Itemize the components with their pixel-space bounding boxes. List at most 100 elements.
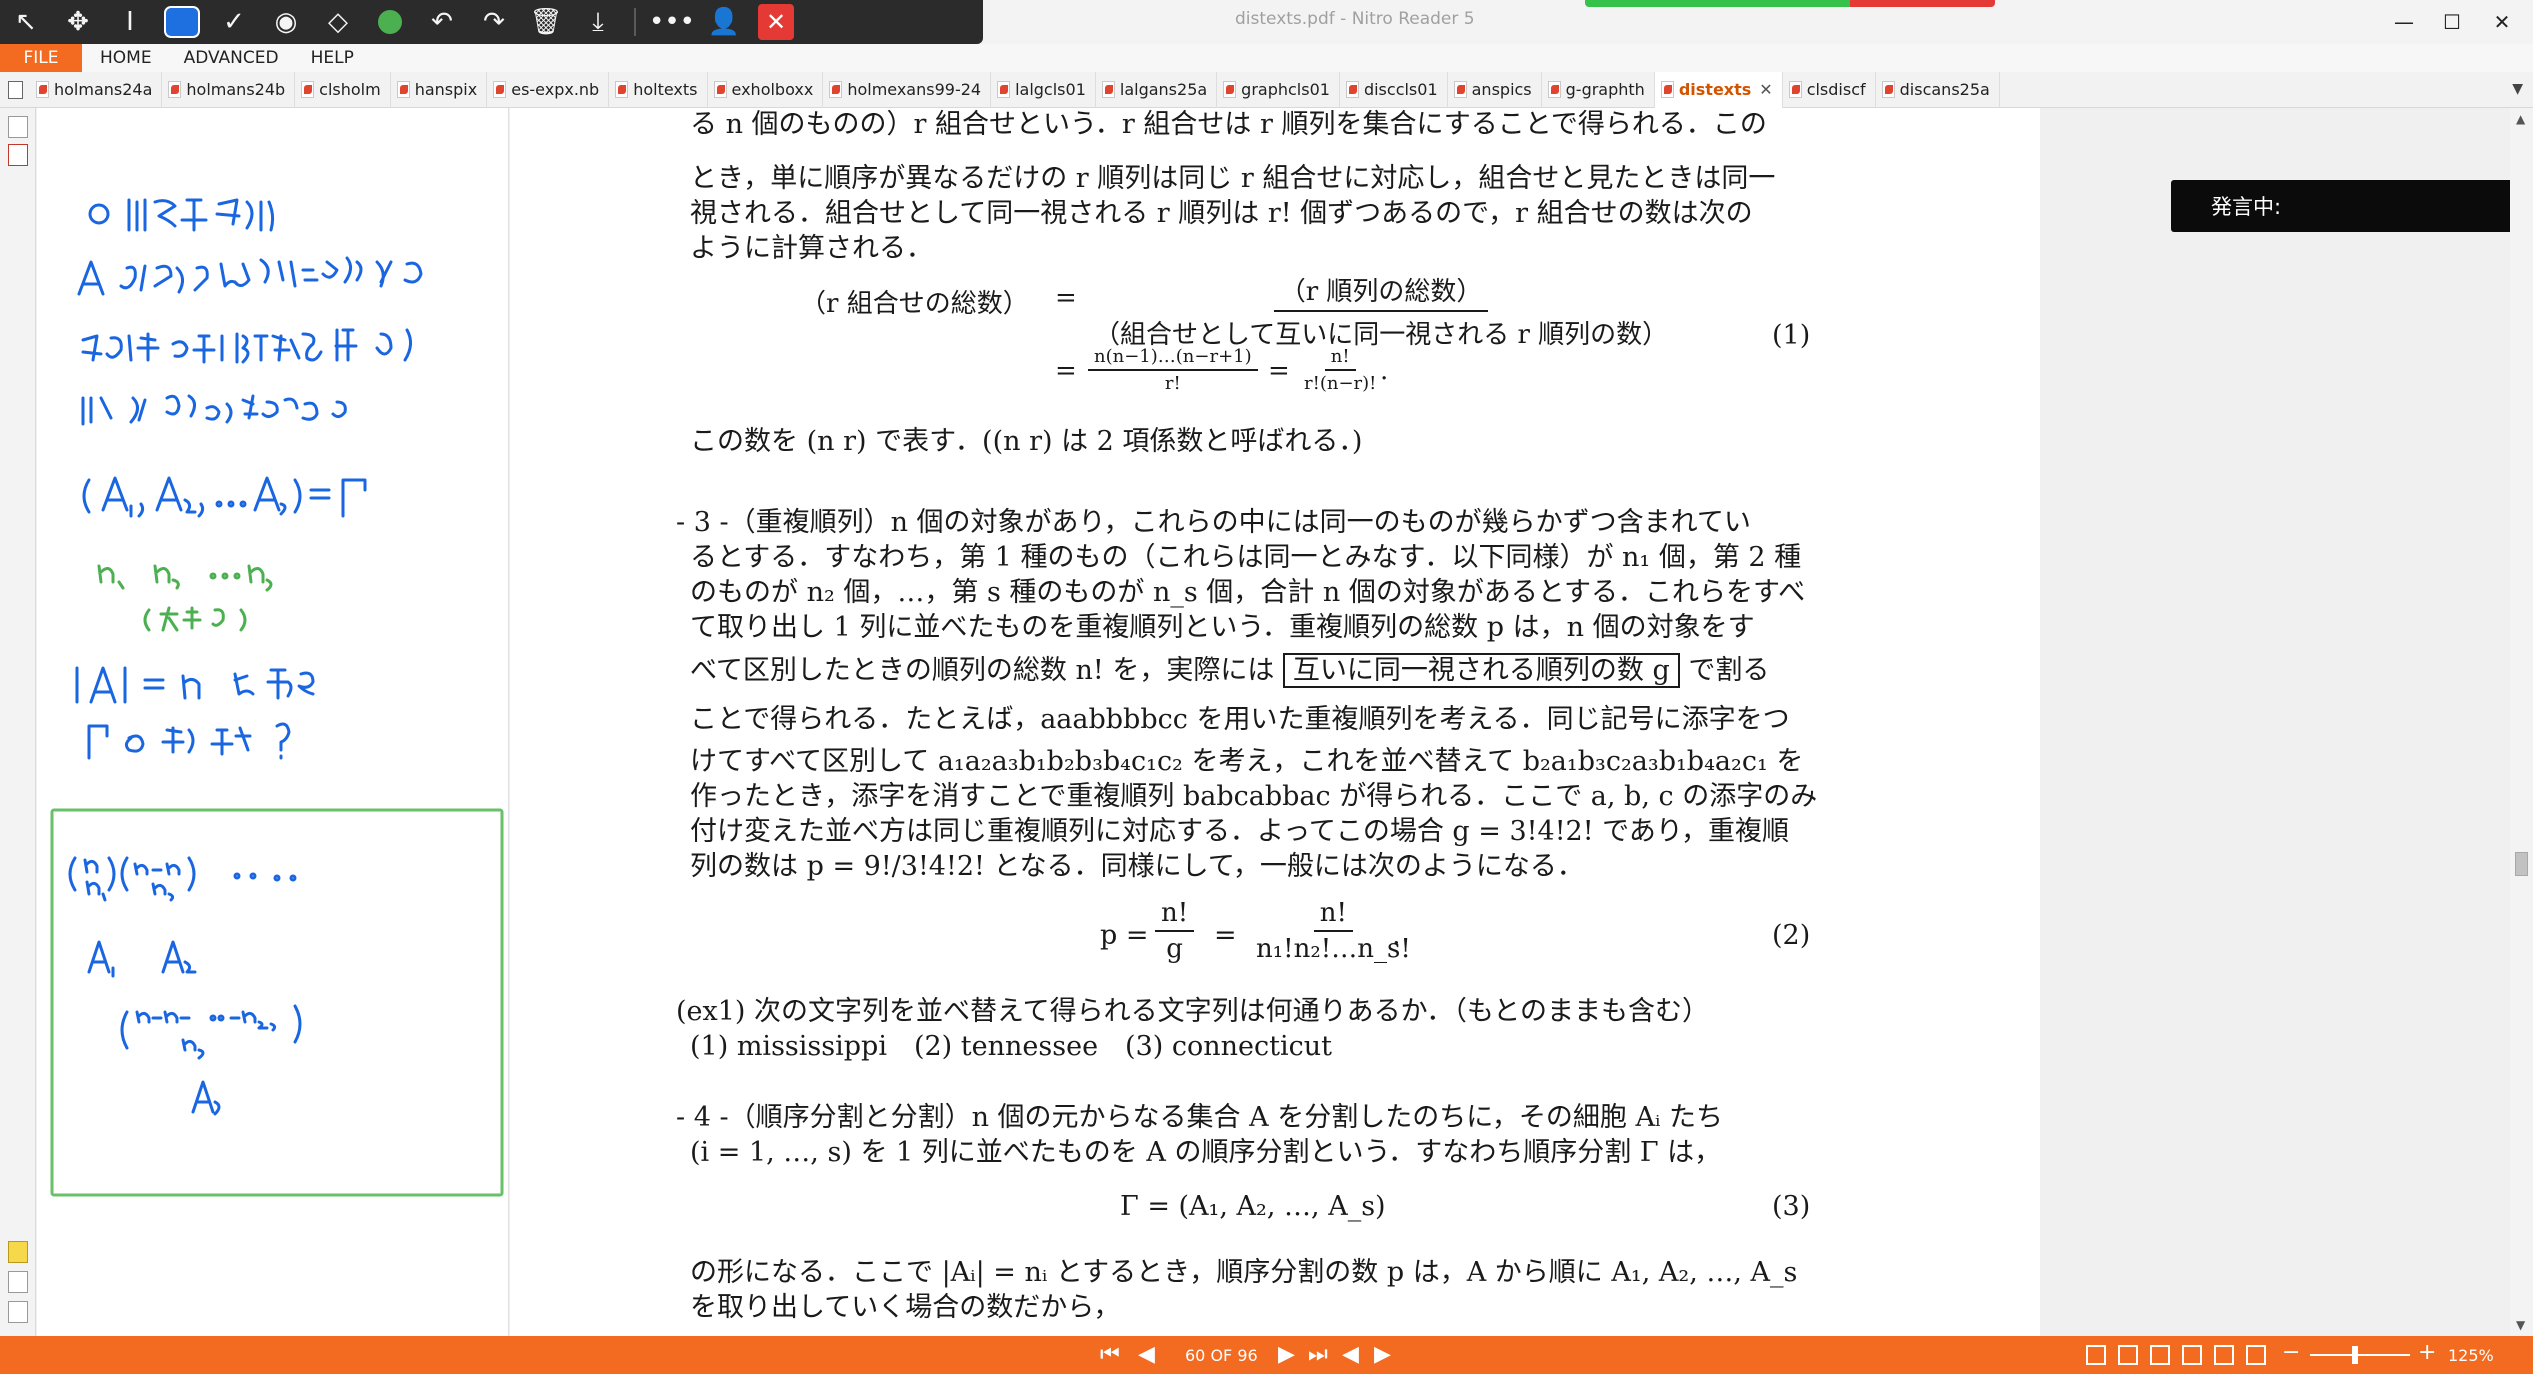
tab-hanspix[interactable]: hanspix [391,71,488,108]
zoom-slider-track[interactable] [2310,1354,2410,1356]
menu-file[interactable]: FILE [0,44,82,72]
equation-number-2: (2) [1772,920,1811,951]
last-page-icon[interactable]: ⏭ [1308,1344,1328,1366]
zoom-value[interactable]: 125% [2448,1346,2494,1365]
next-page-icon[interactable]: ▶ [1278,1344,1295,1366]
text-cursor-icon[interactable]: I [104,2,156,42]
fraction-numerator: （r 順列の総数） [1273,271,1489,312]
progress-bar-red [1850,0,1995,7]
tab-clsholm[interactable]: clsholm [295,71,391,108]
tab-overflow-chevron-icon[interactable]: ▼ [2512,81,2523,97]
facing-view-icon[interactable] [2150,1345,2170,1365]
text-line: ことで得られる．たとえば，aaabbbbcc を用いた重複順列を考える．同じ記号… [690,704,1790,735]
equation-1-fraction: （r 順列の総数） （組合せとして互いに同一視される r 順列の数） [1088,271,1674,351]
pdf-file-icon [829,81,843,98]
text-line: 作ったとき，添字を消すことで重複順列 babcabbac が得られる．ここで a… [690,781,1818,812]
redo-icon[interactable]: ↷ [468,2,520,42]
tab-clsdiscf[interactable]: clsdiscf [1783,71,1876,108]
forward-view-icon[interactable]: ▶ [1374,1344,1391,1366]
undo-icon[interactable]: ↶ [416,2,468,42]
menu-home[interactable]: HOME [82,48,168,68]
fit-width-icon[interactable] [2214,1345,2234,1365]
minimize-button[interactable]: — [2380,4,2428,40]
text-line: ように計算される． [690,233,933,264]
text-line: のものが n₂ 個，…，第 s 種のものが n_s 個，合計 n 個の対象がある… [690,577,1806,608]
tab-holmans24a[interactable]: holmans24a [30,71,163,108]
speaking-indicator: 発言中: [2171,180,2513,232]
tab-label: disccls01 [1363,80,1438,99]
pan-move-icon[interactable]: ✥ [52,2,104,42]
attachments-panel-icon[interactable] [8,1271,28,1293]
stamp-icon[interactable]: ◉ [260,2,312,42]
fraction-numerator: n! [1313,898,1353,932]
pdf-file-icon [168,81,182,98]
equation-number-1: (1) [1772,320,1811,351]
tab-label: es-expx.nb [511,80,600,99]
section-3-heading: - 3 -（重複順列）n 個の対象があり，これらの中には同一のものが幾らかずつ含… [676,507,1751,538]
menu-help[interactable]: HELP [295,48,370,68]
delete-icon[interactable]: 🗑 [520,2,572,42]
tab-label: lalgcls01 [1015,80,1086,99]
fraction-numerator: n! [1324,346,1356,371]
pdf-file-icon [1547,81,1561,98]
tab-holmans24b[interactable]: holmans24b [162,71,296,108]
green-dot-icon[interactable] [364,2,416,42]
pdf-file-icon [1453,81,1467,98]
equation-1-fraction-2: n(n−1)…(n−r+1) r! [1088,346,1258,394]
facing-continuous-view-icon[interactable] [2182,1345,2202,1365]
user-settings-icon[interactable]: 👤 [698,2,750,42]
tab-label: holmans24a [54,80,153,99]
scroll-down-icon[interactable]: ▼ [2516,1318,2525,1332]
rectangle-select-icon[interactable] [156,2,208,42]
download-icon[interactable]: ⤓ [572,2,624,42]
check-icon[interactable]: ✓ [208,2,260,42]
select-arrow-icon[interactable]: ↖ [0,2,52,42]
text-line: この数を (n r) で表す．((n r) は 2 項係数と呼ばれる．) [690,426,1363,457]
pages-panel-icon[interactable] [8,116,28,138]
document-viewport[interactable]: る n 個のものの）r 組合せという．r 組合せは r 順列を集合にすることで得… [510,108,2513,1336]
first-page-icon[interactable]: ⏮ [1100,1344,1120,1366]
tab-close-icon[interactable]: ✕ [1759,80,1772,99]
scroll-up-icon[interactable]: ▲ [2516,112,2525,126]
tab-label: graphcls01 [1241,80,1330,99]
status-bar: ⏮ ◀ 60 OF 96 ▶ ⏭ ◀ ▶ − + 125% [0,1336,2533,1374]
output-panel-icon[interactable] [8,1301,28,1323]
progress-bar-green [1585,0,1850,7]
pdf-file-icon [1223,81,1237,98]
exercise-1-items: (1) mississippi (2) tennessee (3) connec… [690,1031,1332,1062]
zoom-out-button[interactable]: − [2282,1342,2300,1364]
maximize-button[interactable]: ☐ [2428,4,2476,40]
vertical-scrollbar[interactable]: ▲ ▼ [2510,108,2533,1336]
back-view-icon[interactable]: ◀ [1342,1344,1359,1366]
fit-page-icon[interactable] [2246,1345,2266,1365]
comments-panel-icon[interactable] [8,1241,28,1263]
pdf-file-icon [301,81,315,98]
bookmarks-panel-icon[interactable] [8,144,28,166]
equation-3: Γ = (A₁, A₂, …, A_s) [1120,1191,1386,1222]
text-span: で割る [1688,655,1770,686]
text-line: 列の数は p = 9!/3!4!2! となる．同様にして，一般には次のようになる… [690,851,1584,882]
page-indicator[interactable]: 60 OF 96 [1185,1346,1258,1365]
pdf-file-icon [1660,81,1674,98]
text-line: る n 個のものの）r 組合せという．r 組合せは r 順列を集合にすることで得… [690,109,1767,140]
equation-1-equals: = [1055,283,1077,313]
handwritten-notes-panel[interactable] [37,108,509,1336]
single-page-view-icon[interactable] [2086,1345,2106,1365]
menu-advanced[interactable]: ADVANCED [168,48,295,68]
window-close-button[interactable]: ✕ [2478,4,2526,40]
eraser-icon[interactable]: ◇ [312,2,364,42]
toolbar-close-button[interactable]: ✕ [750,2,802,42]
tab-label: distexts [1678,80,1752,99]
zoom-in-button[interactable]: + [2418,1342,2436,1364]
more-icon[interactable]: ••• [646,2,698,42]
tab-label: discans25a [1899,80,1990,99]
tab-discans25a[interactable]: discans25a [1876,71,2000,108]
text-line: 付け変えた並べ方は同じ重複順列に対応する．よってこの場合 g = 3!4!2! … [690,816,1790,847]
page-thumbnail-icon[interactable] [0,80,30,99]
pdf-file-icon [36,81,49,98]
scrollbar-thumb[interactable] [2515,852,2528,876]
previous-page-icon[interactable]: ◀ [1138,1344,1155,1366]
tab-es-expx[interactable]: es-expx.nb [487,71,610,108]
continuous-view-icon[interactable] [2118,1345,2138,1365]
zoom-slider-knob[interactable] [2352,1346,2358,1364]
